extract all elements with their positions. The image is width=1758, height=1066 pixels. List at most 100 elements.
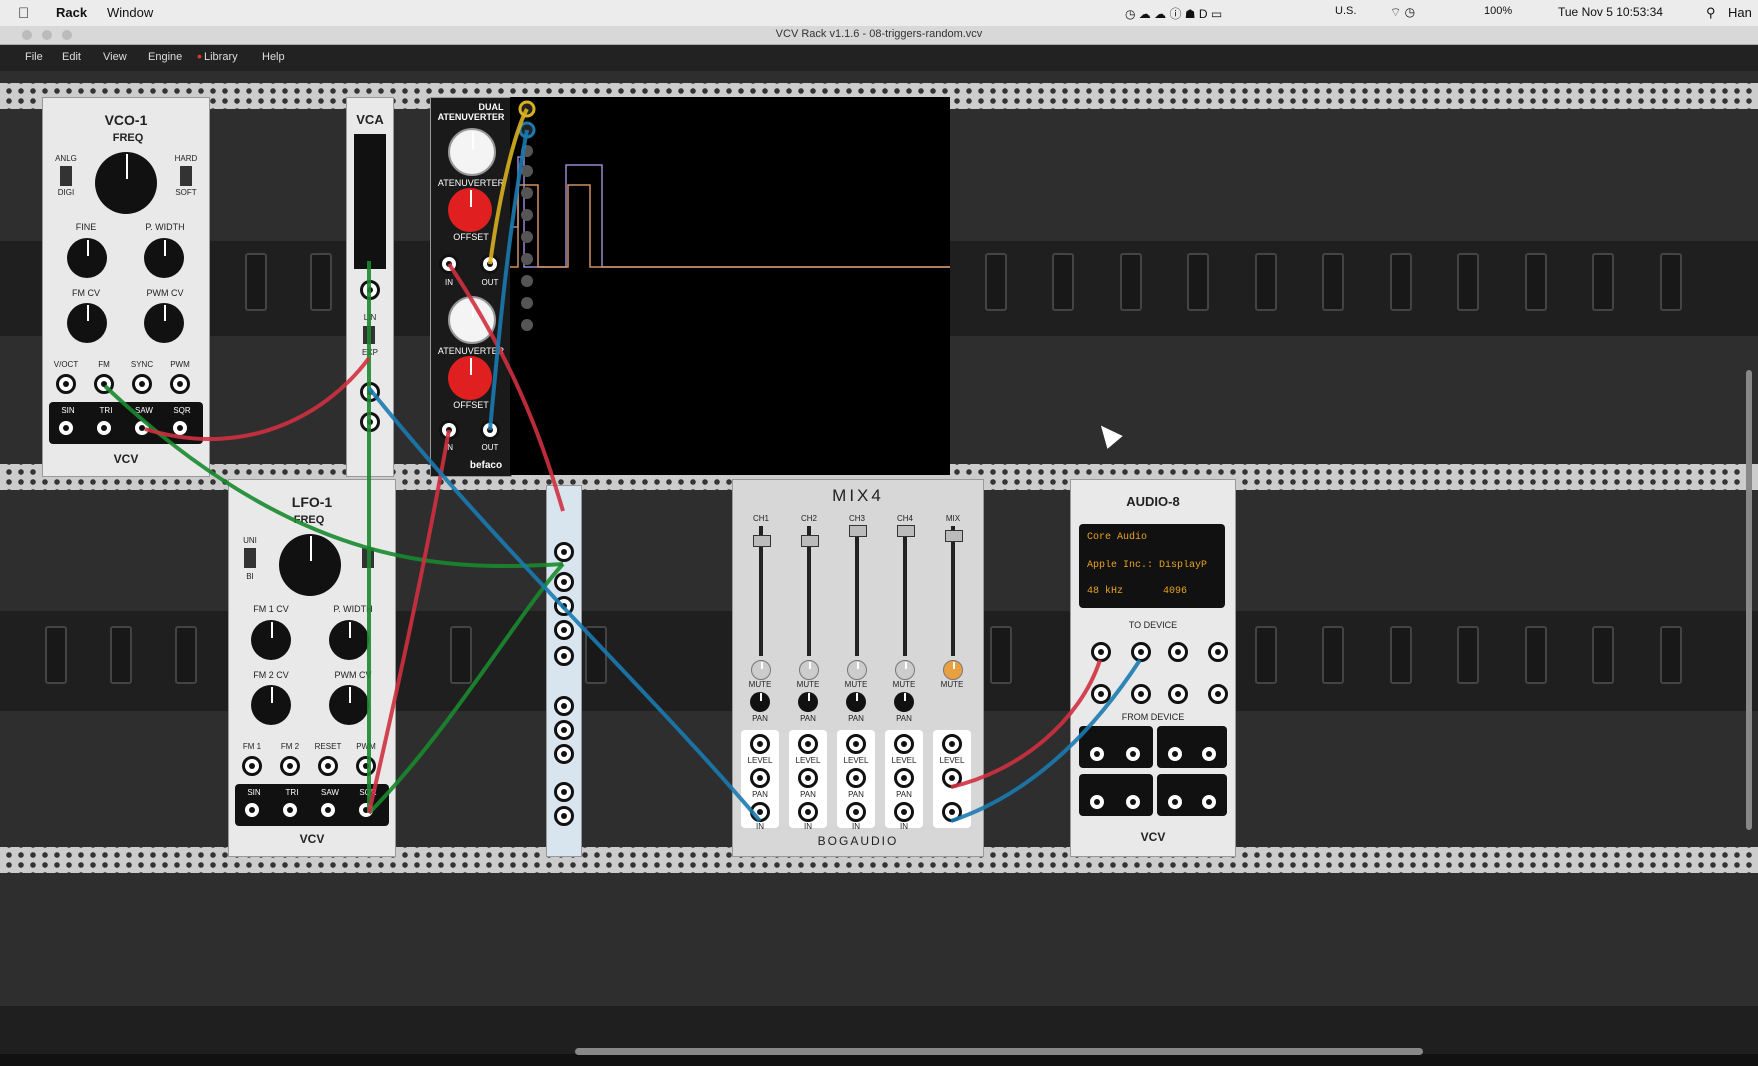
lfo-1-module[interactable]: LFO-1 FREQ UNI BI FM 1 CV P. WIDTH FM 2 … bbox=[228, 479, 396, 857]
saw-output-jack[interactable] bbox=[132, 418, 152, 438]
audio-driver[interactable]: Core Audio bbox=[1087, 532, 1147, 543]
to-device-2-jack[interactable] bbox=[1131, 642, 1151, 662]
ch1-pan-cv-jack[interactable] bbox=[750, 768, 770, 788]
menu-engine[interactable]: Engine bbox=[148, 51, 182, 63]
tri-output-jack[interactable] bbox=[94, 418, 114, 438]
random-jack[interactable] bbox=[554, 720, 574, 740]
offset-2-knob[interactable] bbox=[448, 356, 492, 400]
random-jack[interactable] bbox=[554, 806, 574, 826]
atten-2-input-jack[interactable] bbox=[439, 420, 459, 440]
sqr-output-jack[interactable] bbox=[356, 800, 376, 820]
menu-library[interactable]: Library bbox=[204, 51, 238, 63]
random-jack[interactable] bbox=[554, 572, 574, 592]
ch4-mute-button[interactable] bbox=[895, 660, 915, 680]
clock[interactable]: Tue Nov 5 10:53:34 bbox=[1558, 5, 1663, 19]
random-jack[interactable] bbox=[554, 542, 574, 562]
ch3-mute-button[interactable] bbox=[847, 660, 867, 680]
from-device-4-jack[interactable] bbox=[1199, 744, 1219, 764]
vca-level-slider[interactable] bbox=[354, 134, 386, 269]
menu-view[interactable]: View bbox=[103, 51, 127, 63]
scope-display[interactable] bbox=[510, 97, 950, 475]
to-device-8-jack[interactable] bbox=[1208, 684, 1228, 704]
ch3-input-jack[interactable] bbox=[846, 802, 866, 822]
ch3-pan-cv-jack[interactable] bbox=[846, 768, 866, 788]
ch4-pan-knob[interactable] bbox=[894, 692, 914, 712]
ch2-level-cv-jack[interactable] bbox=[798, 734, 818, 754]
ch1-fader[interactable] bbox=[753, 535, 771, 547]
sin-output-jack[interactable] bbox=[56, 418, 76, 438]
to-device-7-jack[interactable] bbox=[1168, 684, 1188, 704]
rack-canvas[interactable]: VCO-1 FREQ ANLG DIGI HARD SOFT FINE P. W… bbox=[0, 71, 1758, 1054]
from-device-1-jack[interactable] bbox=[1087, 744, 1107, 764]
sqr-output-jack[interactable] bbox=[170, 418, 190, 438]
fm2-input-jack[interactable] bbox=[280, 756, 300, 776]
ch4-pan-cv-jack[interactable] bbox=[894, 768, 914, 788]
ch3-pan-knob[interactable] bbox=[846, 692, 866, 712]
to-device-1-jack[interactable] bbox=[1091, 642, 1111, 662]
ch1-mute-button[interactable] bbox=[751, 660, 771, 680]
search-icon[interactable]: ⚲ bbox=[1706, 5, 1716, 21]
freq-knob[interactable] bbox=[279, 534, 341, 596]
vco-1-module[interactable]: VCO-1 FREQ ANLG DIGI HARD SOFT FINE P. W… bbox=[42, 97, 210, 477]
from-device-5-jack[interactable] bbox=[1087, 792, 1107, 812]
fm1-cv-knob[interactable] bbox=[251, 620, 291, 660]
reset-input-jack[interactable] bbox=[318, 756, 338, 776]
vertical-scrollbar[interactable] bbox=[1746, 370, 1752, 830]
menu-edit[interactable]: Edit bbox=[62, 51, 81, 63]
from-device-7-jack[interactable] bbox=[1165, 792, 1185, 812]
ch1-input-jack[interactable] bbox=[750, 802, 770, 822]
mix-left-output-jack[interactable] bbox=[942, 768, 962, 788]
pwidth-knob[interactable] bbox=[144, 238, 184, 278]
ch2-pan-cv-jack[interactable] bbox=[798, 768, 818, 788]
atten-1-input-jack[interactable] bbox=[439, 254, 459, 274]
to-device-3-jack[interactable] bbox=[1168, 642, 1188, 662]
mix-right-output-jack[interactable] bbox=[942, 802, 962, 822]
fm1-input-jack[interactable] bbox=[242, 756, 262, 776]
audio-device[interactable]: Apple Inc.: DisplayP bbox=[1087, 560, 1223, 571]
random-jack[interactable] bbox=[554, 696, 574, 716]
pwm-cv-knob[interactable] bbox=[329, 685, 369, 725]
ch2-input-jack[interactable] bbox=[798, 802, 818, 822]
pwm-cv-knob[interactable] bbox=[144, 303, 184, 343]
from-device-8-jack[interactable] bbox=[1199, 792, 1219, 812]
sample-rate[interactable]: 48 kHz bbox=[1087, 586, 1123, 597]
dual-atenuverter-module[interactable]: DUAL ATENUVERTER ATENUVERTER OFFSET IN O… bbox=[430, 97, 512, 477]
ch4-input-jack[interactable] bbox=[894, 802, 914, 822]
mix-fader[interactable] bbox=[945, 530, 963, 542]
fm-input-jack[interactable] bbox=[94, 374, 114, 394]
from-device-3-jack[interactable] bbox=[1165, 744, 1185, 764]
horizontal-scrollbar[interactable] bbox=[575, 1048, 1423, 1055]
fm2-cv-knob[interactable] bbox=[251, 685, 291, 725]
to-device-4-jack[interactable] bbox=[1208, 642, 1228, 662]
menu-help[interactable]: Help bbox=[262, 51, 285, 63]
sync-switch[interactable] bbox=[180, 166, 192, 186]
wave-switch[interactable] bbox=[362, 548, 374, 568]
atten-1-output-jack[interactable] bbox=[480, 254, 500, 274]
ch1-level-cv-jack[interactable] bbox=[750, 734, 770, 754]
atenuverter-1-knob[interactable] bbox=[448, 128, 496, 176]
menu-window[interactable]: Window bbox=[107, 5, 153, 20]
freq-knob[interactable] bbox=[95, 152, 157, 214]
to-device-6-jack[interactable] bbox=[1131, 684, 1151, 704]
from-device-6-jack[interactable] bbox=[1123, 792, 1143, 812]
apple-icon[interactable]:  bbox=[18, 5, 29, 22]
fine-knob[interactable] bbox=[67, 238, 107, 278]
mix-level-cv-jack[interactable] bbox=[942, 734, 962, 754]
ch2-mute-button[interactable] bbox=[799, 660, 819, 680]
offset-1-knob[interactable] bbox=[448, 188, 492, 232]
ch2-fader[interactable] bbox=[801, 535, 819, 547]
user-name[interactable]: Han bbox=[1728, 5, 1752, 20]
sync-input-jack[interactable] bbox=[132, 374, 152, 394]
ch4-fader[interactable] bbox=[897, 525, 915, 537]
fm-cv-knob[interactable] bbox=[67, 303, 107, 343]
wifi-icon[interactable]: ⌔ ◷ bbox=[1390, 5, 1415, 20]
random-jack[interactable] bbox=[554, 782, 574, 802]
mix4-module[interactable]: MIX4 CH1 CH2 CH3 CH4 MIX MUTE MUTE MUTE … bbox=[732, 479, 984, 857]
pwm-input-jack[interactable] bbox=[356, 756, 376, 776]
vca-cv-jack[interactable] bbox=[360, 280, 380, 300]
vca-output-jack[interactable] bbox=[360, 412, 380, 432]
ch1-pan-knob[interactable] bbox=[750, 692, 770, 712]
atten-2-output-jack[interactable] bbox=[480, 420, 500, 440]
random-jack[interactable] bbox=[554, 620, 574, 640]
random-jack[interactable] bbox=[554, 596, 574, 616]
